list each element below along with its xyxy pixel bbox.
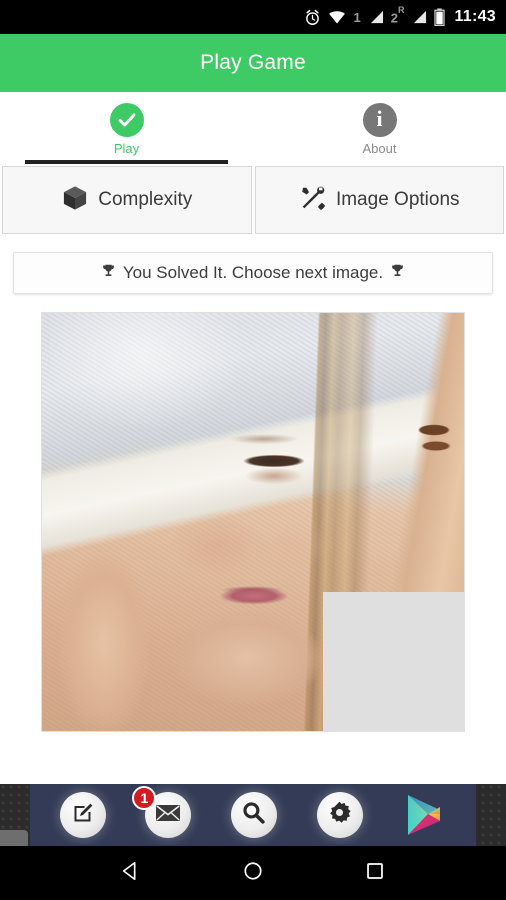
mail-icon (155, 803, 181, 828)
back-button[interactable] (111, 853, 151, 893)
info-glyph: i (376, 106, 383, 131)
triangle-left-icon (120, 860, 142, 887)
ad-search-icon-button[interactable] (230, 792, 277, 838)
circle-icon (242, 860, 264, 887)
app-bar: Play Game (0, 34, 506, 92)
signal-2-roaming-icon (412, 10, 427, 24)
status-message: You Solved It. Choose next image. (122, 263, 384, 282)
page-title: Play Game (200, 51, 306, 74)
puzzle-board[interactable] (41, 312, 465, 732)
tab-play[interactable]: Play (0, 92, 253, 164)
status-card-wrap: You Solved It. Choose next image. (0, 234, 506, 294)
status-bar-clock: 11:43 (454, 8, 496, 25)
puzzle-empty-tile[interactable] (323, 591, 464, 731)
ad-banner: 1 (0, 784, 506, 864)
app-root: 1 2R 11:43 Play Game Play i About Comple… (0, 0, 506, 900)
trophy-icon (390, 263, 405, 283)
ad-mail-badge: 1 (132, 786, 157, 810)
tab-bar: Play i About (0, 92, 506, 164)
ad-compose-icon-button[interactable] (59, 792, 106, 838)
info-circle-icon: i (362, 103, 397, 137)
sim2-label: 2R (390, 4, 405, 26)
compose-icon (71, 801, 95, 830)
ad-settings-icon-button[interactable] (316, 792, 363, 838)
ad-mail-icon-button[interactable]: 1 (132, 786, 192, 838)
tab-play-label: Play (113, 141, 140, 156)
recents-button[interactable] (355, 853, 395, 893)
ad-content[interactable]: 1 (30, 784, 476, 846)
tab-about[interactable]: i About (253, 92, 506, 164)
image-options-button[interactable]: Image Options (254, 166, 504, 234)
status-bar: 1 2R 11:43 (0, 0, 506, 34)
complexity-button[interactable]: Complexity (2, 166, 252, 234)
image-options-label: Image Options (335, 189, 460, 210)
home-button[interactable] (233, 853, 273, 893)
google-play-icon[interactable] (402, 792, 446, 838)
roaming-label: R (397, 4, 405, 15)
search-icon (241, 800, 266, 830)
battery-icon (434, 8, 446, 26)
tab-selected-indicator (25, 160, 228, 164)
puzzle-wrap (0, 312, 506, 732)
option-button-row: Complexity Image Options (0, 166, 506, 234)
android-nav-bar (0, 846, 506, 900)
tab-about-label: About (362, 141, 397, 156)
square-icon (364, 860, 386, 887)
sim1-label: 1 (353, 9, 361, 25)
trophy-icon (101, 263, 116, 283)
signal-1-icon (369, 10, 384, 24)
cube-icon (61, 184, 89, 217)
tools-icon (299, 184, 327, 217)
wifi-icon (328, 10, 346, 25)
alarm-clock-icon (304, 9, 321, 26)
status-card[interactable]: You Solved It. Choose next image. (13, 252, 493, 294)
photo-cap-highlight (50, 313, 300, 493)
check-circle-icon (109, 103, 144, 137)
complexity-label: Complexity (98, 189, 193, 210)
settings-gear-icon (327, 800, 352, 830)
